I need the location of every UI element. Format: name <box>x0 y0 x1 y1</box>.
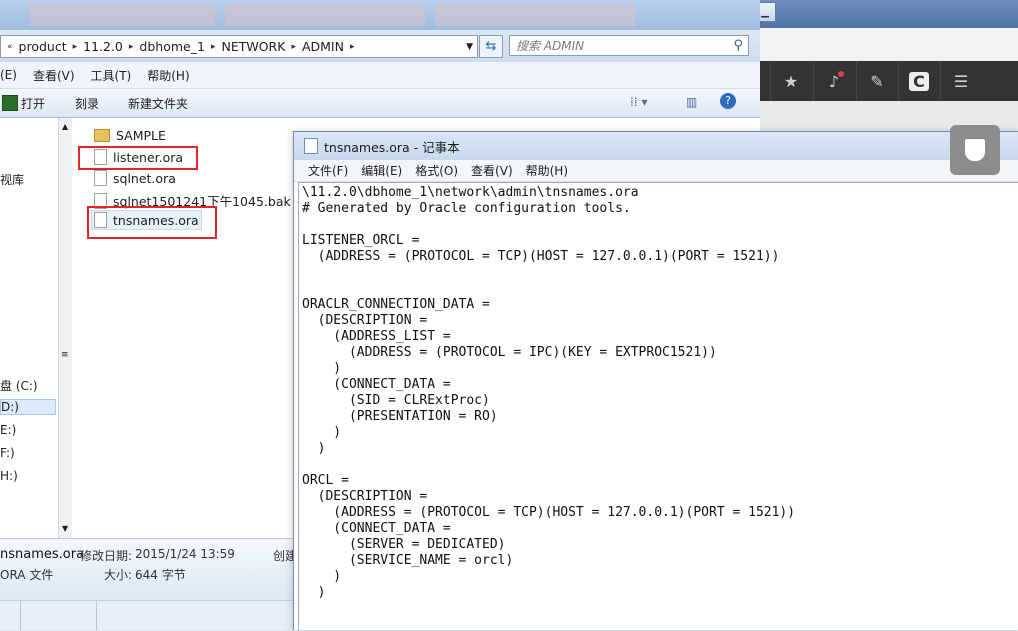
detail-modified-value: 2015/1/24 13:59 <box>135 547 235 561</box>
bell-icon[interactable]: ♪ <box>813 61 854 101</box>
notification-badge <box>837 70 845 78</box>
file-name: SAMPLE <box>116 128 166 143</box>
breadcrumb-item[interactable]: product <box>15 39 71 54</box>
menu-help[interactable]: 帮助(H) <box>526 162 568 179</box>
navigation-scrollbar[interactable]: ▲ ≡ ▼ <box>58 118 73 538</box>
menu-view[interactable]: 查看(V) <box>33 67 75 84</box>
breadcrumb-item[interactable]: dbhome_1 <box>135 39 209 54</box>
scroll-grip-icon[interactable]: ≡ <box>61 350 69 360</box>
refresh-button[interactable]: ⇆ <box>479 35 503 58</box>
address-dropdown-icon[interactable]: ▼ <box>466 42 473 52</box>
notepad-title-bar: tnsnames.ora - 记事本 <box>294 132 1018 160</box>
browser-tab-strip <box>760 0 1018 28</box>
nav-item-drive-f[interactable]: F:) <box>0 446 15 460</box>
search-icon[interactable]: ⚲ <box>733 38 743 53</box>
open-button[interactable]: 打开 <box>21 95 45 112</box>
nav-item-drive-c[interactable]: 盘 (C:) <box>0 377 38 394</box>
faded-tab <box>225 4 425 26</box>
c-logo-icon[interactable]: C <box>898 61 939 101</box>
detail-modified-label: 修改日期: <box>80 549 133 563</box>
breadcrumb-item[interactable]: NETWORK <box>217 39 289 54</box>
status-divider <box>96 601 97 630</box>
highlight-box-tnsnames <box>87 206 217 239</box>
highlight-box-listener <box>78 146 198 170</box>
breadcrumb[interactable]: « product ▸ 11.2.0 ▸ dbhome_1 ▸ NETWORK … <box>0 35 478 58</box>
list-item[interactable]: sqlnet.ora <box>94 170 176 186</box>
file-name: sqlnet.ora <box>113 170 176 186</box>
menu-view[interactable]: 查看(V) <box>471 162 513 179</box>
navigation-pane: 视库 盘 (C:) D:) E:) F:) H:) <box>0 118 58 538</box>
browser-toolbar: ★ ♪ ✎ C ☰ <box>760 61 1018 101</box>
faded-tab <box>30 4 215 26</box>
notepad-text-area[interactable]: \11.2.0\dbhome_1\network\admin\tnsnames.… <box>302 185 795 601</box>
menu-tools[interactable]: 工具(T) <box>91 67 132 84</box>
detail-size-value: 644 字节 <box>135 568 186 582</box>
explorer-menu-bar: (E) 查看(V) 工具(T) 帮助(H) <box>0 62 760 89</box>
explorer-address-row: « product ▸ 11.2.0 ▸ dbhome_1 ▸ NETWORK … <box>0 30 760 62</box>
chevron-right-icon[interactable]: ▸ <box>71 42 80 52</box>
scroll-up-icon[interactable]: ▲ <box>62 122 68 131</box>
preview-pane-icon[interactable]: ▥ <box>686 95 697 109</box>
floating-cup-button[interactable] <box>950 125 1000 175</box>
nav-item-drive-e[interactable]: E:) <box>0 423 16 437</box>
menu-format[interactable]: 格式(O) <box>415 162 458 179</box>
menu-help[interactable]: 帮助(H) <box>147 67 189 84</box>
search-placeholder: 搜索 ADMIN <box>516 39 585 53</box>
help-icon[interactable]: ? <box>720 93 736 109</box>
scroll-down-icon[interactable]: ▼ <box>62 524 68 533</box>
breadcrumb-item[interactable]: 11.2.0 <box>79 39 127 54</box>
search-input[interactable]: 搜索 ADMIN ⚲ <box>509 35 749 56</box>
overflow-chevron-icon[interactable]: « <box>1 42 15 52</box>
explorer-command-bar: 打开 刻录 新建文件夹 ⁞⁞ ▾ ▥ ? <box>0 89 760 118</box>
detail-size-label: 大小: <box>104 568 133 582</box>
notepad-title: tnsnames.ora - 记事本 <box>324 139 460 155</box>
notepad-menu-bar: 文件(F) 编辑(E) 格式(O) 查看(V) 帮助(H) <box>294 160 1018 182</box>
nav-item-drive-h[interactable]: H:) <box>0 469 18 483</box>
folder-icon <box>94 129 110 142</box>
chevron-right-icon[interactable]: ▸ <box>209 42 218 52</box>
view-options-icon[interactable]: ⁞⁞ ▾ <box>630 95 647 109</box>
menu-edit[interactable]: (E) <box>0 68 17 82</box>
status-divider <box>20 601 21 630</box>
chevron-right-icon[interactable]: ▸ <box>127 42 136 52</box>
cup-icon <box>965 139 985 161</box>
star-icon[interactable]: ★ <box>770 61 811 101</box>
explorer-title-bar <box>0 0 760 30</box>
menu-edit[interactable]: 编辑(E) <box>361 162 402 179</box>
chevron-right-icon[interactable]: ▸ <box>348 42 357 52</box>
detail-file-name: nsnames.ora <box>0 547 85 562</box>
browser-address-bar[interactable] <box>760 28 1018 62</box>
menu-file[interactable]: 文件(F) <box>308 162 348 179</box>
file-icon <box>94 170 107 186</box>
nav-item-library[interactable]: 视库 <box>0 171 24 188</box>
open-icon <box>2 95 18 111</box>
new-folder-button[interactable]: 新建文件夹 <box>128 95 188 112</box>
breadcrumb-item[interactable]: ADMIN <box>298 39 348 54</box>
nav-item-drive-d[interactable]: D:) <box>0 399 56 415</box>
faded-tab <box>435 4 635 26</box>
notepad-icon <box>304 138 318 154</box>
menu-icon[interactable]: ☰ <box>940 61 981 101</box>
detail-file-type: ORA 文件 <box>0 568 54 582</box>
burn-button[interactable]: 刻录 <box>75 95 99 112</box>
edit-icon[interactable]: ✎ <box>856 61 897 101</box>
list-item[interactable]: SAMPLE <box>94 128 166 143</box>
chevron-right-icon[interactable]: ▸ <box>289 42 298 52</box>
notepad-window: tnsnames.ora - 记事本 文件(F) 编辑(E) 格式(O) 查看(… <box>293 131 1018 631</box>
